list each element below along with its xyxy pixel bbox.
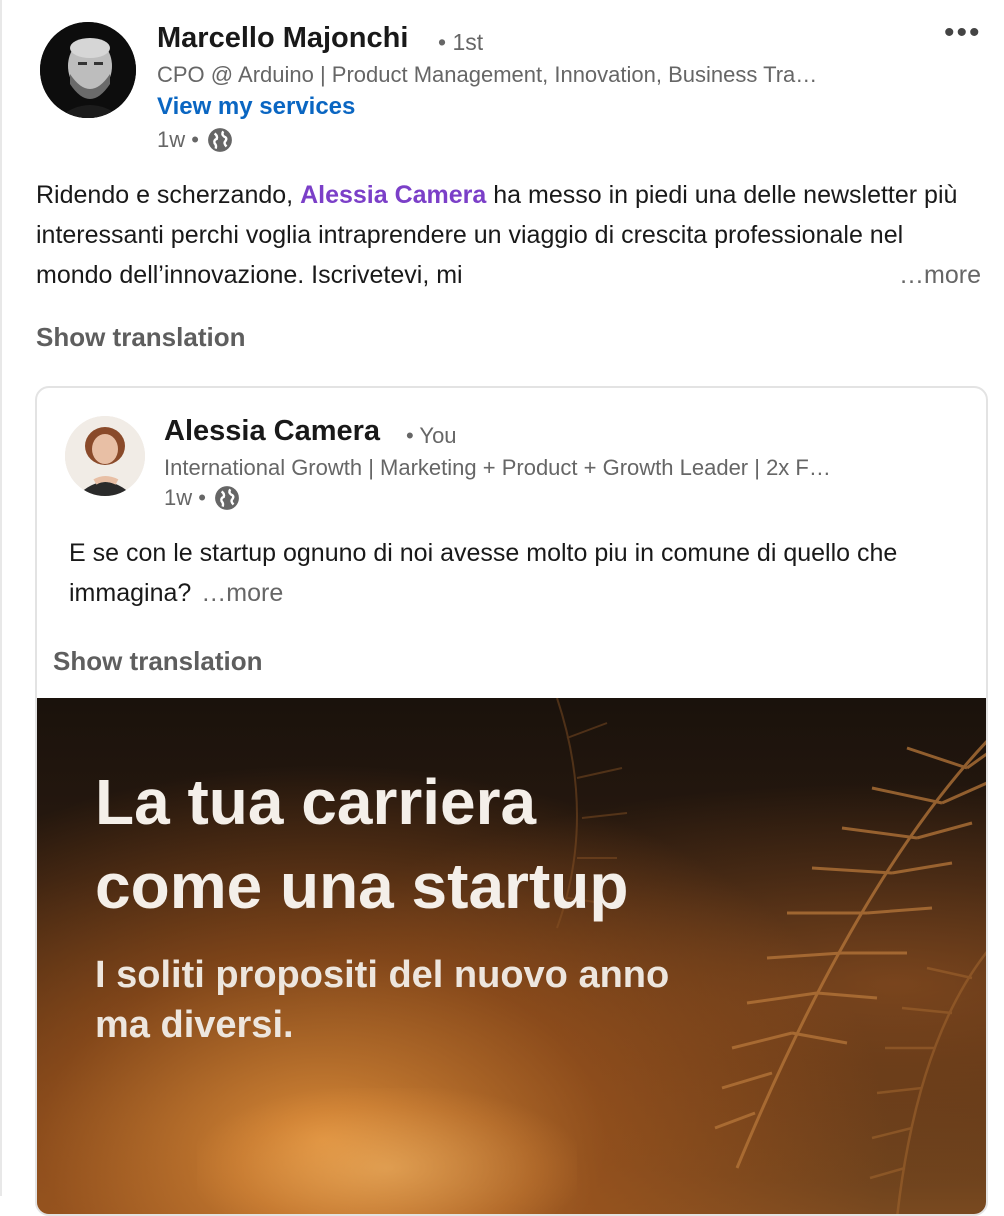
mention-link[interactable]: Alessia Camera — [300, 181, 486, 209]
shared-author-name[interactable]: Alessia Camera — [164, 415, 380, 448]
show-translation-button[interactable]: Show translation — [36, 322, 245, 353]
post-body: Ridendo e scherzando, Alessia Camera ha … — [36, 175, 981, 295]
author-avatar[interactable] — [40, 22, 136, 118]
more-horizontal-icon[interactable]: ••• — [944, 18, 982, 48]
shared-author-photo — [65, 416, 145, 496]
shared-post-card[interactable]: Alessia Camera • You International Growt… — [35, 386, 988, 1216]
globe-icon — [208, 128, 232, 152]
post-text-start: Ridendo e scherzando, — [36, 181, 301, 209]
globe-icon — [215, 486, 239, 510]
cover-subtitle: I soliti propositi del nuovo anno ma div… — [95, 950, 669, 1050]
shared-post-timestamp: 1w • — [164, 485, 240, 511]
light-glow — [197, 1088, 577, 1214]
article-cover-image[interactable]: La tua carriera come una startup I solit… — [37, 698, 986, 1214]
post-timestamp: 1w • — [157, 127, 233, 153]
cover-title-line-2: come una startup — [95, 850, 629, 922]
cover-title: La tua carriera come una startup — [95, 760, 628, 928]
author-headline: CPO @ Arduino | Product Management, Inno… — [157, 62, 818, 87]
cover-subtitle-line-2: ma diversi. — [95, 1004, 294, 1046]
shared-see-more-link[interactable]: …more — [201, 579, 283, 607]
see-more-link[interactable]: …more — [899, 255, 981, 295]
connection-degree: • 1st — [438, 29, 484, 55]
author-name[interactable]: Marcello Majonchi — [157, 22, 408, 55]
shared-post-text: E se con le startup ognuno di noi avesse… — [69, 539, 898, 607]
shared-show-translation-button[interactable]: Show translation — [53, 646, 262, 677]
author-photo — [40, 22, 136, 118]
post-time: 1w • — [157, 127, 199, 152]
shared-post-time: 1w • — [164, 485, 206, 510]
cover-subtitle-line-1: I soliti propositi del nuovo anno — [95, 954, 670, 996]
shared-author-headline: International Growth | Marketing + Produ… — [164, 455, 831, 480]
view-services-link[interactable]: View my services — [157, 93, 355, 121]
cover-title-line-1: La tua carriera — [95, 766, 537, 838]
shared-author-avatar[interactable] — [65, 416, 145, 496]
shared-post-body: E se con le startup ognuno di noi avesse… — [69, 533, 939, 613]
shared-author-relation: • You — [406, 423, 457, 448]
